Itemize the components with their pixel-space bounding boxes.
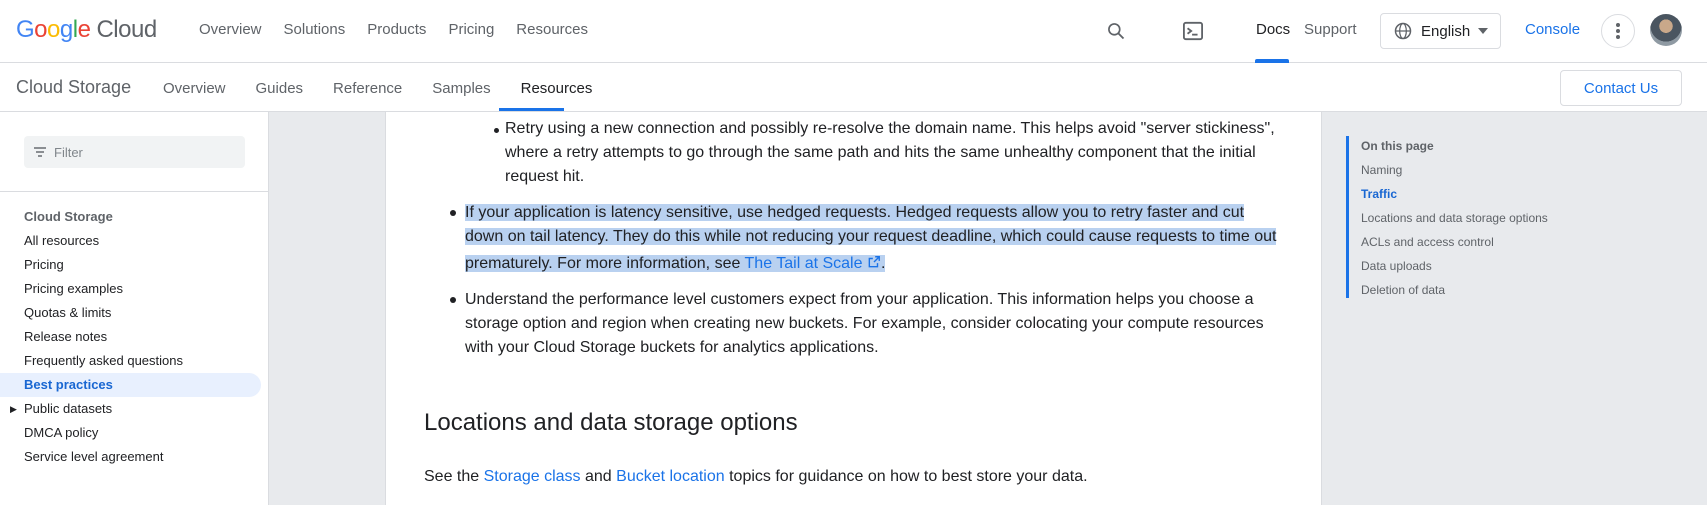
google-cloud-logo[interactable]: Google Cloud — [16, 16, 157, 44]
see-prefix: See the — [424, 468, 484, 485]
sub-bullet-marker — [494, 128, 499, 133]
bullet-marker — [450, 210, 456, 216]
language-label: English — [1421, 22, 1471, 40]
docs-link[interactable]: Docs — [1256, 21, 1290, 38]
sidebar-item-faq[interactable]: Frequently asked questions — [0, 349, 268, 373]
toc-item-deletion[interactable]: Deletion of data — [1361, 278, 1548, 302]
nav-pricing[interactable]: Pricing — [448, 21, 494, 38]
sidebar-item-label: Public datasets — [24, 401, 113, 416]
hedged-line-1: If your application is latency sensitive… — [465, 201, 1245, 225]
tab-overview[interactable]: Overview — [163, 80, 226, 97]
hedged-line-3: prematurely. For more information, see T… — [465, 252, 886, 276]
selected-text: If your application is latency sensitive… — [465, 204, 1245, 221]
sidebar-item-pricing-examples[interactable]: Pricing examples — [0, 277, 268, 301]
sub-bullet-line-2: where a retry attempts to go through the… — [505, 144, 1256, 161]
product-tabs: Overview Guides Reference Samples Resour… — [163, 80, 622, 97]
section-heading: Locations and data storage options — [424, 409, 798, 436]
sidebar-nav: Cloud Storage All resources Pricing Pric… — [0, 205, 268, 469]
toc-item-locations[interactable]: Locations and data storage options — [1361, 206, 1548, 230]
tab-guides[interactable]: Guides — [256, 80, 304, 97]
sidebar-divider — [0, 191, 268, 192]
toc-item-acls[interactable]: ACLs and access control — [1361, 230, 1548, 254]
selected-text: prematurely. For more information, see T… — [465, 255, 886, 272]
product-bar: Cloud Storage Overview Guides Reference … — [0, 63, 1707, 112]
toc-indicator — [1346, 136, 1349, 298]
sidebar-item-sla[interactable]: Service level agreement — [0, 445, 268, 469]
storage-class-link[interactable]: Storage class — [484, 468, 581, 485]
external-link-icon[interactable] — [867, 255, 881, 269]
hedged-line-3-end: . — [880, 255, 886, 272]
tail-at-scale-link[interactable]: The Tail at Scale — [745, 255, 863, 272]
toc-item-naming[interactable]: Naming — [1361, 158, 1548, 182]
on-this-page-toc: On this page Naming Traffic Locations an… — [1361, 134, 1548, 302]
search-icon[interactable] — [1101, 16, 1131, 46]
filter-icon — [34, 147, 46, 157]
more-options-icon[interactable] — [1601, 14, 1635, 48]
selected-text: down on tail latency. They do this while… — [465, 228, 1277, 245]
sidebar-item-quotas-limits[interactable]: Quotas & limits — [0, 301, 268, 325]
tab-active-indicator — [499, 108, 564, 111]
filter-placeholder: Filter — [54, 144, 83, 160]
support-link[interactable]: Support — [1304, 21, 1357, 38]
sidebar-item-pricing[interactable]: Pricing — [0, 253, 268, 277]
sidebar-item-all-resources[interactable]: All resources — [0, 229, 268, 253]
hedged-line-3-text: prematurely. For more information, see — [465, 255, 745, 272]
nav-products[interactable]: Products — [367, 21, 426, 38]
hedged-line-2: down on tail latency. They do this while… — [465, 225, 1277, 249]
globe-icon — [1394, 22, 1412, 40]
tab-resources[interactable]: Resources — [521, 80, 593, 97]
toc-item-traffic[interactable]: Traffic — [1361, 182, 1548, 206]
sidebar-item-release-notes[interactable]: Release notes — [0, 325, 268, 349]
nav-resources[interactable]: Resources — [516, 21, 588, 38]
sub-bullet-line-1: Retry using a new connection and possibl… — [505, 120, 1275, 137]
expand-arrow-icon[interactable]: ▶ — [10, 397, 17, 421]
top-nav: Overview Solutions Products Pricing Reso… — [199, 21, 610, 38]
top-bar: Google Cloud Overview Solutions Products … — [0, 0, 1707, 63]
terminal-icon[interactable] — [1178, 16, 1208, 46]
see-suffix: topics for guidance on how to best store… — [724, 468, 1088, 485]
perf-line-3: with your Cloud Storage buckets for anal… — [465, 339, 879, 356]
user-avatar[interactable] — [1650, 14, 1682, 46]
nav-solutions[interactable]: Solutions — [284, 21, 346, 38]
console-link[interactable]: Console — [1525, 21, 1580, 38]
product-title[interactable]: Cloud Storage — [16, 77, 131, 98]
toc-title: On this page — [1361, 139, 1434, 153]
toc-item-data-uploads[interactable]: Data uploads — [1361, 254, 1548, 278]
and-text: and — [580, 468, 617, 485]
bucket-location-link[interactable]: Bucket location — [616, 468, 725, 485]
contact-us-button[interactable]: Contact Us — [1560, 70, 1682, 106]
sub-bullet-line-3: request hit. — [505, 168, 585, 185]
tab-reference[interactable]: Reference — [333, 80, 402, 97]
filter-input[interactable]: Filter — [24, 136, 245, 168]
sidebar-item-dmca-policy[interactable]: DMCA policy — [0, 421, 268, 445]
left-sidebar: Filter Cloud Storage All resources Prici… — [0, 112, 269, 505]
perf-line-1: Understand the performance level custome… — [465, 291, 1254, 308]
nav-overview[interactable]: Overview — [199, 21, 262, 38]
sidebar-item-best-practices[interactable]: Best practices — [0, 373, 261, 397]
sidebar-item-cloud-storage[interactable]: Cloud Storage — [0, 205, 268, 229]
tab-samples[interactable]: Samples — [432, 80, 490, 97]
perf-line-2: storage option and region when creating … — [465, 315, 1264, 332]
storage-guidance-text: See the Storage class and Bucket locatio… — [424, 465, 1088, 489]
caret-down-icon — [1478, 28, 1489, 34]
sidebar-item-public-datasets[interactable]: ▶ Public datasets — [0, 397, 268, 421]
bullet-marker — [450, 297, 456, 303]
language-selector[interactable]: English — [1380, 13, 1501, 49]
